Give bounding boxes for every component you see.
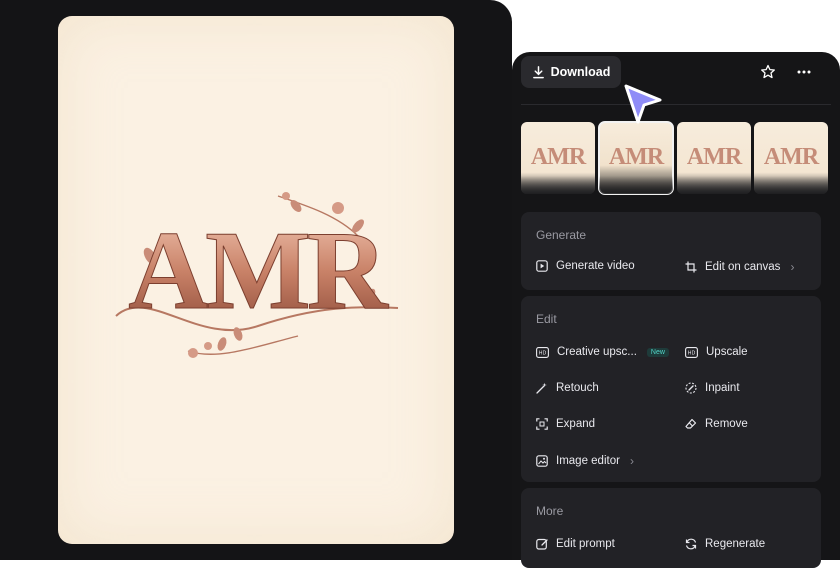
chevron-right-icon: › [790,260,795,274]
svg-text:HD: HD [688,350,696,356]
edit-on-canvas-label: Edit on canvas [705,261,781,273]
expand-button[interactable]: Expand [536,418,595,430]
remove-button[interactable]: Remove [685,418,748,430]
edit-on-canvas-button[interactable]: Edit on canvas › [685,260,794,274]
thumbnail-letters: AMR [530,144,586,170]
expand-icon [536,418,548,430]
edit-prompt-icon [536,538,548,550]
image-editor-label: Image editor [556,455,620,467]
inpaint-button[interactable]: Inpaint [685,382,740,394]
download-icon [532,65,544,78]
magic-wand-icon [536,382,547,394]
generate-video-label: Generate video [556,260,635,272]
thumbnail-4[interactable]: AMR [754,122,828,194]
generated-image[interactable]: AMR [58,16,454,544]
retouch-button[interactable]: Retouch [536,382,599,394]
pointer-cursor-icon [624,84,662,124]
generate-video-button[interactable]: Generate video [536,260,635,272]
image-actions-panel: Download AMR AMR AMR AMR Generate Genera… [512,52,840,568]
upscale-button[interactable]: HD Upscale [685,346,748,358]
section-title-generate: Generate [536,228,587,242]
favorite-button[interactable] [757,61,779,83]
thumbnail-3[interactable]: AMR [677,122,751,194]
monogram-letters: AMR [128,209,389,333]
image-edit-icon [536,455,548,467]
thumbnail-1[interactable]: AMR [521,122,595,194]
star-icon [761,64,775,79]
hd-plus-icon: HD [536,346,549,358]
more-horizontal-icon [797,70,811,74]
download-button[interactable]: Download [521,56,621,88]
thumbnail-letters: AMR [608,144,664,170]
eraser-icon [685,418,697,429]
more-options-button[interactable] [793,61,815,83]
inpaint-brush-icon [685,382,697,394]
edit-section: Edit HD Creative upsc... New HD Upscale … [521,296,821,482]
upscale-label: Upscale [706,346,748,358]
creative-upscale-button[interactable]: HD Creative upsc... New [536,346,669,358]
crop-icon [685,261,697,273]
inpaint-label: Inpaint [705,382,740,394]
more-section: More Edit prompt Regenerate [521,488,821,568]
retouch-label: Retouch [556,382,599,394]
hd-icon: HD [685,346,698,358]
image-editor-button[interactable]: Image editor › [536,454,634,468]
section-title-more: More [536,504,564,518]
remove-label: Remove [705,418,748,430]
thumbnail-letters: AMR [686,144,742,170]
header-divider [521,104,831,105]
edit-prompt-label: Edit prompt [556,538,615,550]
generate-section: Generate Generate video Edit on canvas › [521,212,821,290]
chevron-right-icon: › [629,454,634,468]
new-badge: New [646,347,669,357]
edit-prompt-button[interactable]: Edit prompt [536,538,615,550]
video-play-icon [536,260,548,272]
regenerate-label: Regenerate [705,538,766,550]
download-label: Download [550,65,611,79]
preview-window: AMR [0,0,512,560]
regenerate-button[interactable]: Regenerate [685,538,765,550]
creative-upscale-label: Creative upsc... [557,346,637,358]
section-title-edit: Edit [536,312,557,326]
thumbnail-2-selected[interactable]: AMR [598,121,674,195]
svg-text:HD: HD [539,350,547,356]
expand-label: Expand [556,418,596,430]
refresh-icon [685,538,697,550]
monogram-artwork: AMR [115,192,399,358]
thumbnail-letters: AMR [763,144,819,170]
